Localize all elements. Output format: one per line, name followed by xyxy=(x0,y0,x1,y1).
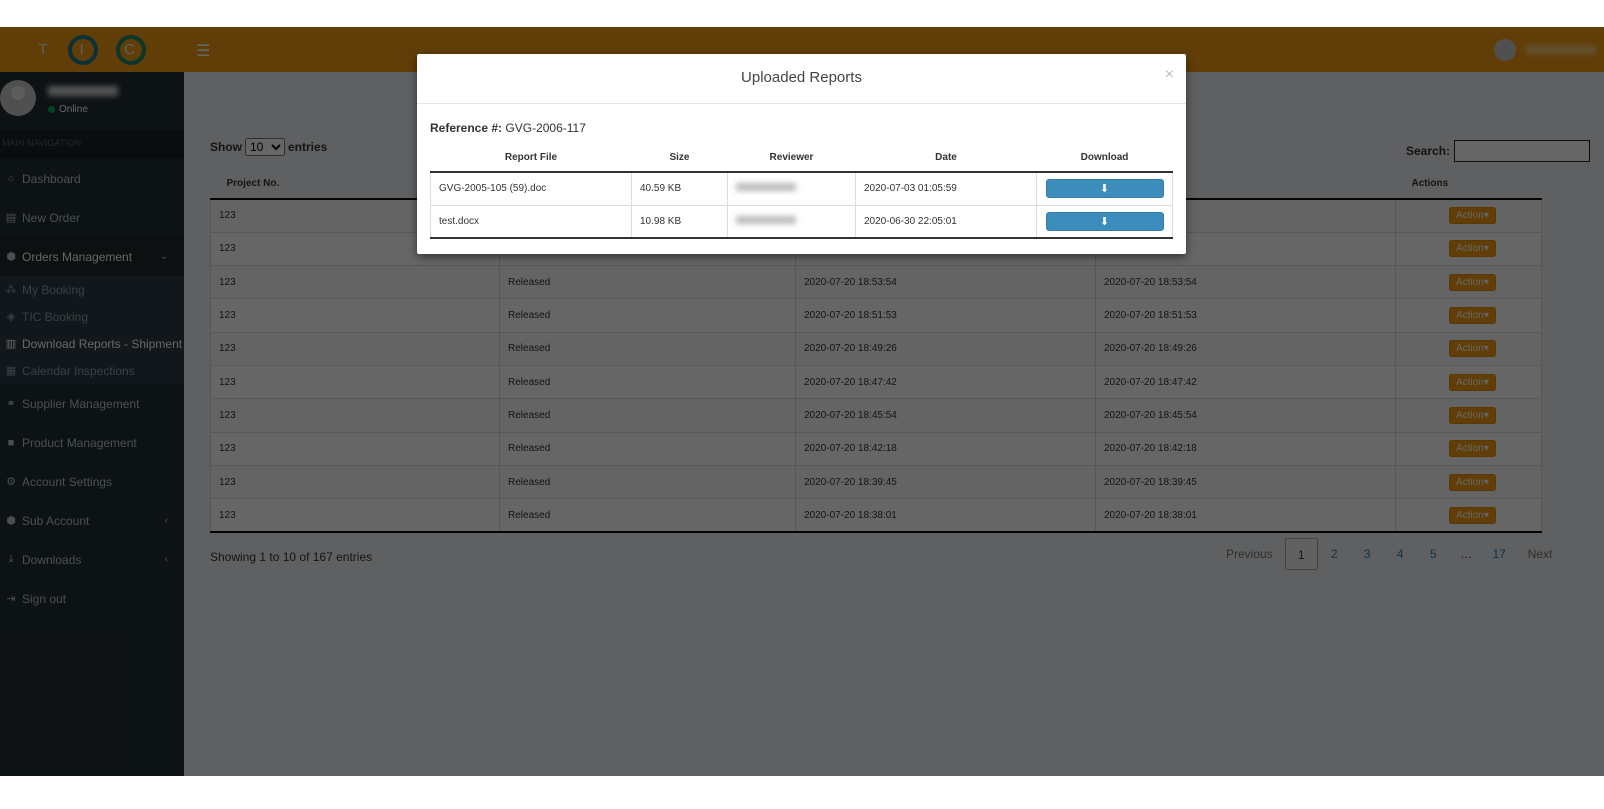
column-header-download: Download xyxy=(1036,144,1173,173)
download-icon: ⬇ xyxy=(1099,183,1110,196)
download-button[interactable]: ⬇ xyxy=(1045,211,1164,231)
reference-label: Reference #: xyxy=(430,121,503,135)
close-icon[interactable]: × xyxy=(1165,66,1174,84)
report-download-cell: ⬇ xyxy=(1036,171,1173,206)
reviewer-blurred xyxy=(736,215,796,224)
download-button[interactable]: ⬇ xyxy=(1045,179,1164,199)
report-row: GVG-2005-105 (59).doc 40.59 KB 2020-07-0… xyxy=(430,171,1173,206)
reports-table: Report File Size Reviewer Date Download … xyxy=(430,144,1173,239)
download-icon: ⬇ xyxy=(1099,215,1110,228)
report-reviewer xyxy=(727,204,856,239)
reference-number: Reference #: GVG-2006-117 xyxy=(430,121,586,135)
modal-title: Uploaded Reports xyxy=(741,69,862,86)
report-file: test.docx xyxy=(430,204,632,239)
report-row: test.docx 10.98 KB 2020-06-30 22:05:01 ⬇ xyxy=(430,204,1173,239)
report-file: GVG-2005-105 (59).doc xyxy=(430,171,632,206)
column-header-reviewer: Reviewer xyxy=(727,144,856,173)
report-size: 10.98 KB xyxy=(631,204,728,239)
reviewer-blurred xyxy=(736,183,796,192)
uploaded-reports-modal: Uploaded Reports × Reference #: GVG-2006… xyxy=(417,54,1186,254)
report-download-cell: ⬇ xyxy=(1036,204,1173,239)
modal-header: Uploaded Reports × xyxy=(417,54,1186,104)
column-header-size: Size xyxy=(631,144,728,173)
report-reviewer xyxy=(727,171,856,206)
column-header-date: Date xyxy=(855,144,1037,173)
reference-value: GVG-2006-117 xyxy=(505,121,586,135)
report-size: 40.59 KB xyxy=(631,171,728,206)
column-header-report-file: Report File xyxy=(430,144,632,173)
report-date: 2020-06-30 22:05:01 xyxy=(855,204,1037,239)
report-date: 2020-07-03 01:05:59 xyxy=(855,171,1037,206)
reports-header-row: Report File Size Reviewer Date Download xyxy=(430,144,1173,173)
